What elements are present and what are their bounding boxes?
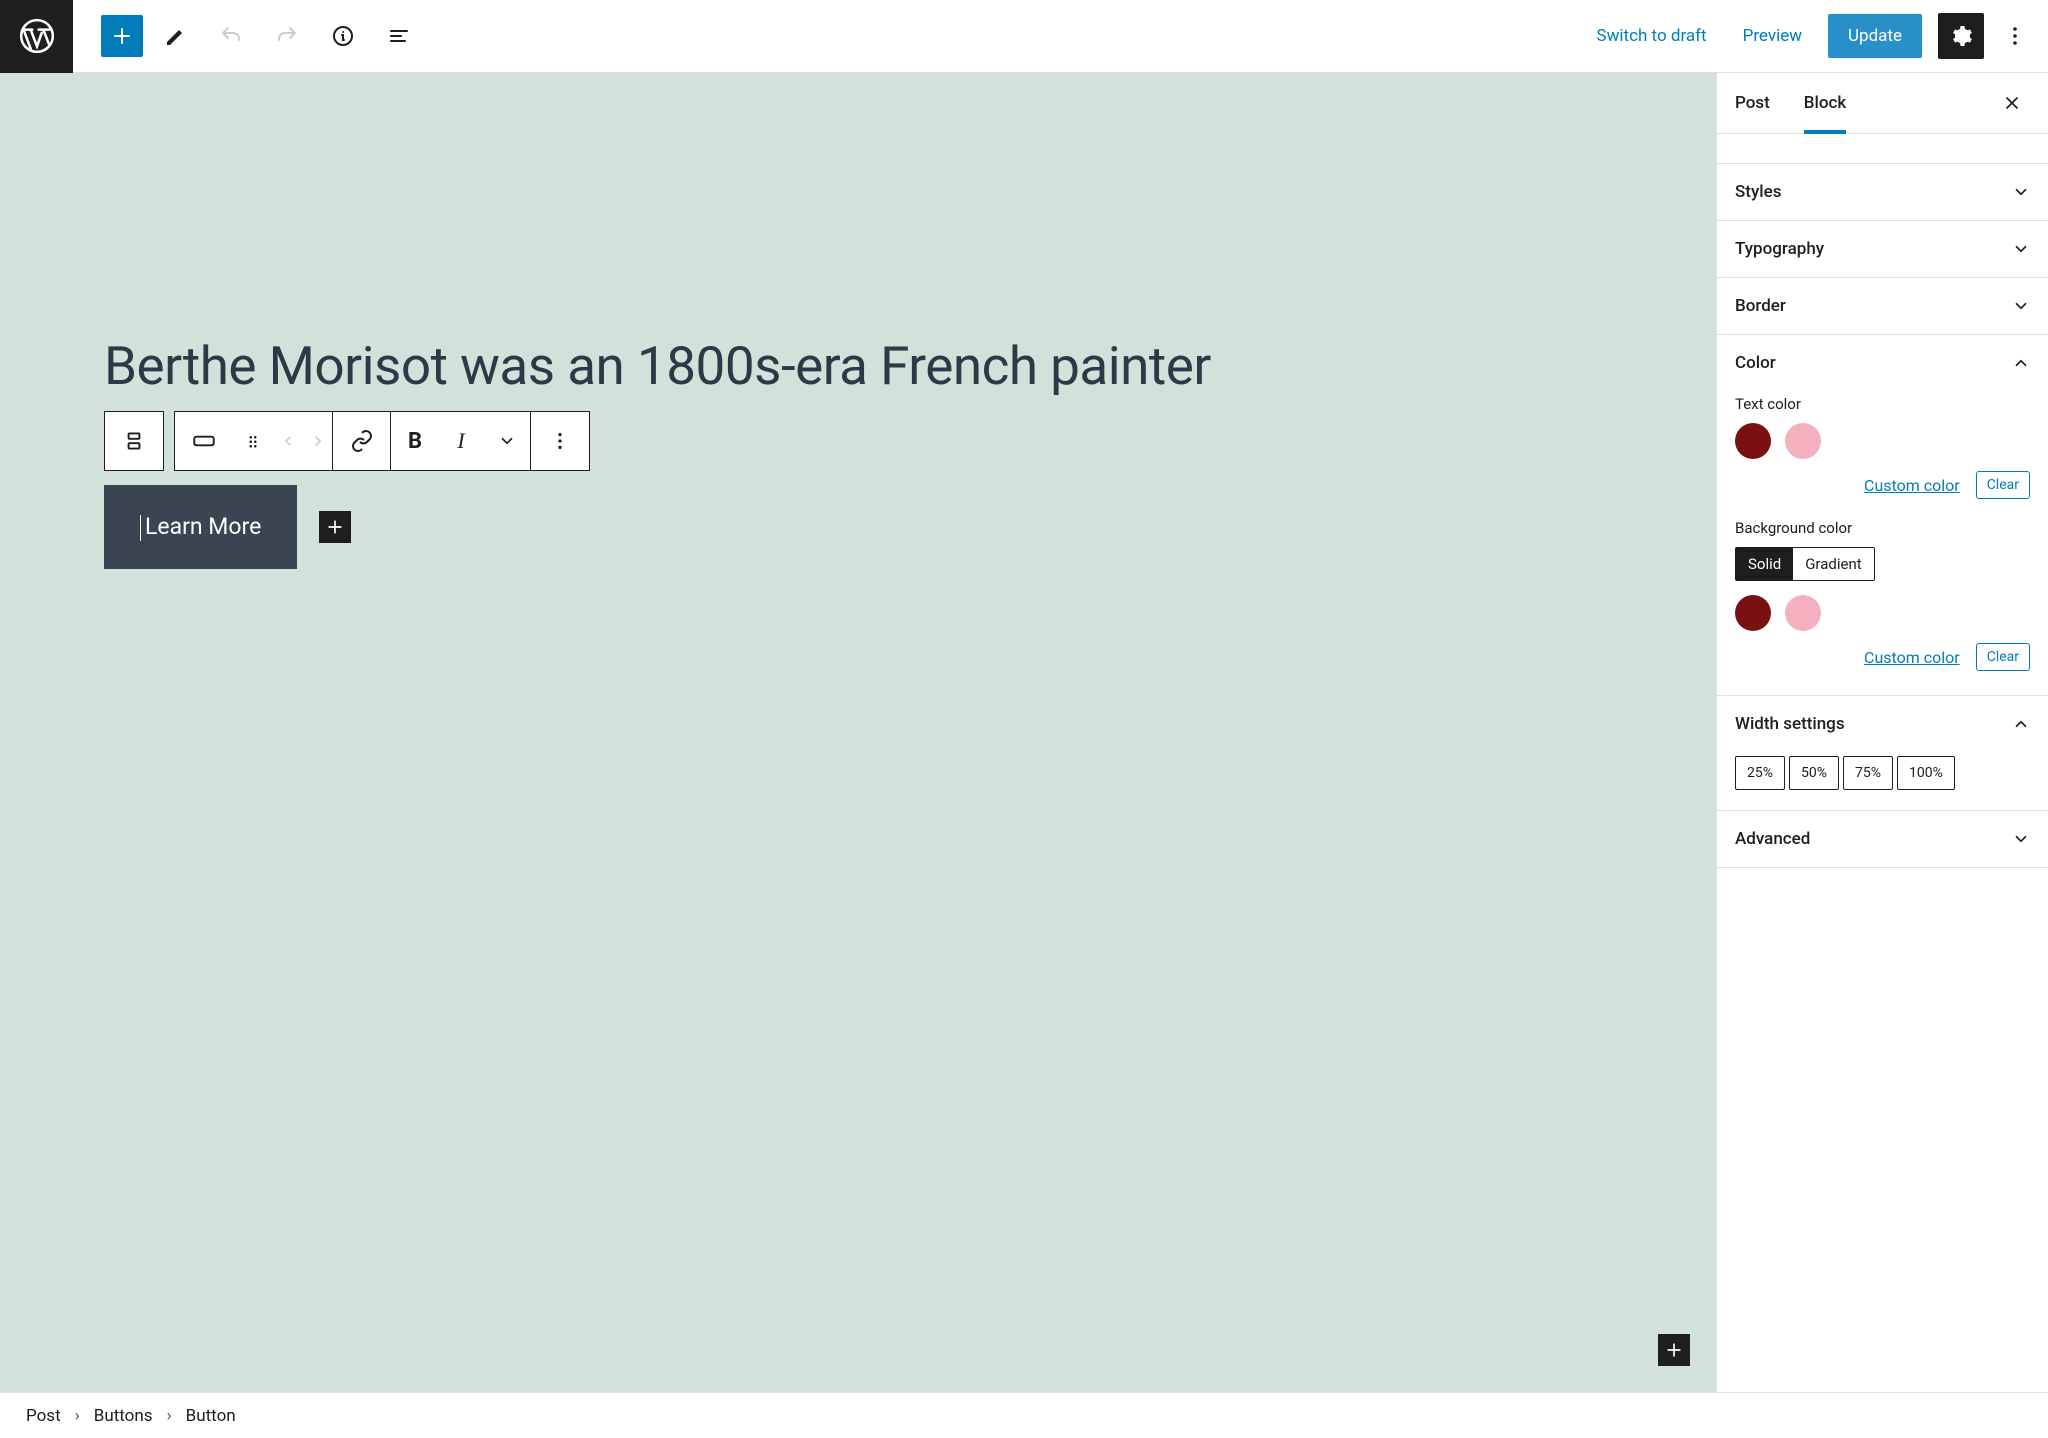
link-button[interactable] (333, 412, 391, 470)
drag-handle[interactable] (233, 412, 273, 470)
button-block[interactable]: Learn More (104, 485, 297, 569)
bg-toggle-gradient[interactable]: Gradient (1793, 548, 1873, 580)
tools-button[interactable] (151, 12, 199, 60)
outline-button[interactable] (375, 12, 423, 60)
width-option-100[interactable]: 100% (1897, 756, 1955, 790)
add-button-block[interactable] (319, 511, 351, 543)
redo-button[interactable] (263, 12, 311, 60)
panel-typography[interactable]: Typography (1717, 221, 2048, 277)
block-toolbar: B I (104, 411, 1612, 471)
text-color-swatch-dark[interactable] (1735, 423, 1771, 459)
width-option-25[interactable]: 25% (1735, 756, 1785, 790)
settings-sidebar: Post Block Styles Typography Border (1716, 73, 2048, 1392)
bg-color-swatch-light[interactable] (1785, 595, 1821, 631)
preview-button[interactable]: Preview (1733, 18, 1812, 54)
change-block-type-button[interactable] (175, 412, 233, 470)
move-left-button[interactable] (273, 412, 303, 470)
block-options-button[interactable] (531, 412, 589, 470)
width-option-75[interactable]: 75% (1843, 756, 1893, 790)
more-text-controls[interactable] (483, 412, 531, 470)
panel-border[interactable]: Border (1717, 278, 2048, 334)
text-color-label: Text color (1735, 395, 2030, 413)
panel-advanced[interactable]: Advanced (1717, 811, 2048, 867)
panel-color[interactable]: Color (1717, 335, 2048, 391)
chevron-right-icon: › (75, 1406, 80, 1426)
bg-custom-color-link[interactable]: Custom color (1864, 648, 1960, 667)
post-title[interactable]: Berthe Morisot was an 1800s-era French p… (104, 333, 1612, 399)
options-button[interactable] (2000, 13, 2030, 59)
wordpress-logo[interactable] (0, 0, 73, 73)
text-custom-color-link[interactable]: Custom color (1864, 476, 1960, 495)
bg-color-clear-button[interactable]: Clear (1976, 643, 2030, 671)
breadcrumb-item[interactable]: Button (186, 1406, 236, 1426)
topbar-right: Switch to draft Preview Update (1587, 13, 2048, 59)
details-button[interactable] (319, 12, 367, 60)
breadcrumb: Post › Buttons › Button (0, 1392, 2048, 1438)
breadcrumb-item[interactable]: Buttons (94, 1406, 153, 1426)
bg-toggle-solid[interactable]: Solid (1736, 548, 1793, 580)
switch-to-draft-button[interactable]: Switch to draft (1587, 18, 1717, 54)
italic-button[interactable]: I (439, 412, 483, 470)
bg-type-toggle: Solid Gradient (1735, 547, 1875, 581)
chevron-up-icon (2012, 354, 2030, 372)
move-right-button[interactable] (303, 412, 333, 470)
width-option-50[interactable]: 50% (1789, 756, 1839, 790)
toggle-block-inserter[interactable] (101, 15, 143, 57)
chevron-down-icon (2012, 183, 2030, 201)
parent-block-button[interactable] (105, 412, 163, 470)
editor-topbar: Switch to draft Preview Update (0, 0, 2048, 73)
sidebar-tab-post[interactable]: Post (1735, 73, 1784, 133)
button-block-label: Learn More (145, 513, 261, 540)
bold-button[interactable]: B (391, 412, 439, 470)
chevron-down-icon (2012, 297, 2030, 315)
bg-color-label: Background color (1735, 519, 2030, 537)
topbar-left (73, 12, 423, 60)
undo-button[interactable] (207, 12, 255, 60)
chevron-up-icon (2012, 715, 2030, 733)
chevron-down-icon (2012, 240, 2030, 258)
settings-button[interactable] (1938, 13, 1984, 59)
bg-color-swatch-dark[interactable] (1735, 595, 1771, 631)
chevron-down-icon (2012, 830, 2030, 848)
sidebar-tab-block[interactable]: Block (1804, 73, 1860, 133)
panel-styles[interactable]: Styles (1717, 164, 2048, 220)
editor-canvas[interactable]: Berthe Morisot was an 1800s-era French p… (0, 73, 1716, 1392)
workspace: Berthe Morisot was an 1800s-era French p… (0, 73, 2048, 1392)
panel-width[interactable]: Width settings (1717, 696, 2048, 752)
text-color-clear-button[interactable]: Clear (1976, 471, 2030, 499)
block-appender[interactable] (1658, 1334, 1690, 1366)
chevron-right-icon: › (167, 1406, 172, 1426)
text-color-swatch-light[interactable] (1785, 423, 1821, 459)
breadcrumb-item[interactable]: Post (26, 1406, 61, 1426)
close-sidebar-button[interactable] (1994, 85, 2030, 121)
update-button[interactable]: Update (1828, 14, 1922, 58)
